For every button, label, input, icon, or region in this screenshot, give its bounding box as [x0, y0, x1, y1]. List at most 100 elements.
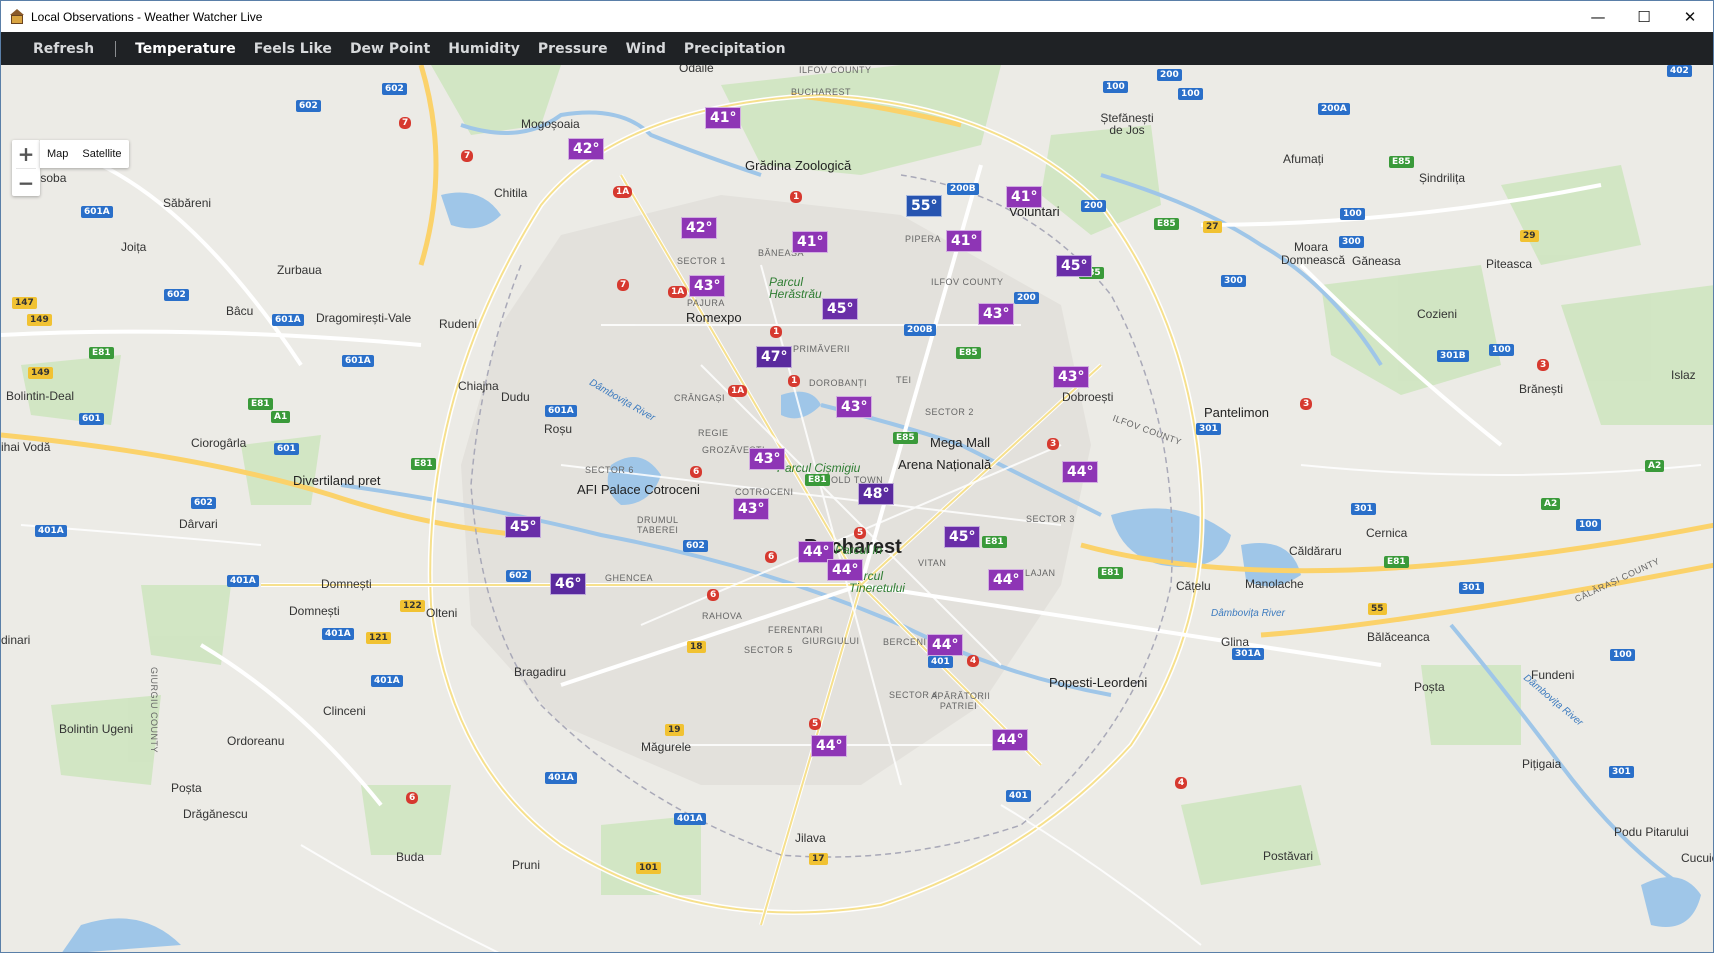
place-label: Pruni: [512, 858, 541, 872]
app-house-icon: [9, 8, 25, 25]
temp-marker[interactable]: 55°: [906, 195, 943, 217]
place-label: Mega Mall: [930, 435, 990, 450]
place-label: Piteasca: [1486, 257, 1533, 271]
map-view[interactable]: Bucharest Odăile Mogoșoaia Chitila Cosob…: [1, 65, 1713, 952]
temp-marker[interactable]: 43°: [1053, 366, 1090, 388]
maximize-button[interactable]: ☐: [1621, 1, 1667, 32]
park-label: Parcul Herăstrău: [769, 275, 822, 301]
road-shield: 602: [382, 83, 407, 95]
place-label: Cozieni: [1417, 307, 1458, 321]
road-shield: 301B: [1437, 350, 1469, 362]
zoom-out-button[interactable]: −: [12, 169, 40, 197]
road-shield: E81: [805, 474, 830, 486]
road-shield: 301: [1609, 766, 1634, 778]
place-label: Moara Domnească: [1281, 240, 1346, 267]
place-label: Olteni: [426, 606, 458, 620]
map-type-satellite-button[interactable]: Satellite: [75, 140, 128, 168]
temp-marker[interactable]: 41°: [792, 231, 829, 253]
tab-feels-like[interactable]: Feels Like: [245, 41, 341, 57]
temp-marker[interactable]: 47°: [756, 346, 793, 368]
road-shield: 401: [928, 656, 953, 668]
temp-marker[interactable]: 44°: [927, 634, 964, 656]
place-label: Brănești: [1519, 382, 1564, 396]
place-label: Arena Națională: [898, 457, 992, 472]
temp-marker[interactable]: 45°: [1056, 255, 1093, 277]
tab-pressure[interactable]: Pressure: [529, 41, 617, 57]
place-label: Domnești: [289, 604, 340, 618]
temp-marker[interactable]: 45°: [944, 526, 981, 548]
tab-wind[interactable]: Wind: [617, 41, 675, 57]
temp-marker[interactable]: 45°: [822, 298, 859, 320]
place-label: Zurbaua: [277, 263, 322, 277]
sector-label: SECTOR 5: [744, 645, 793, 655]
temp-marker[interactable]: 44°: [988, 569, 1025, 591]
sector-label: SECTOR 6: [585, 465, 634, 475]
road-shield: 121: [366, 632, 391, 644]
refresh-button[interactable]: Refresh: [24, 41, 103, 57]
road-shield: 6: [406, 792, 419, 804]
map-base-layer: [1, 65, 1713, 952]
district-label: RAHOVA: [702, 611, 743, 621]
temp-marker[interactable]: 46°: [550, 573, 587, 595]
road-shield: 200: [1081, 200, 1106, 212]
road-shield: E85: [956, 347, 981, 359]
road-shield: E85: [1389, 156, 1414, 168]
zoom-in-button[interactable]: +: [12, 140, 40, 168]
tab-temperature[interactable]: Temperature: [126, 41, 245, 57]
road-shield: 300: [1339, 236, 1364, 248]
road-shield: 1: [790, 191, 803, 203]
district-label: COTROCENI: [735, 487, 794, 497]
tab-dew-point[interactable]: Dew Point: [341, 41, 439, 57]
park-label: Parcul Cișmigiu: [777, 461, 861, 475]
tab-precipitation[interactable]: Precipitation: [675, 41, 795, 57]
temp-marker[interactable]: 43°: [749, 448, 786, 470]
road-shield: 402: [1667, 65, 1692, 77]
place-label: Roșu: [544, 422, 573, 436]
road-shield: 5: [854, 527, 867, 539]
road-shield: 301: [1459, 582, 1484, 594]
temp-marker[interactable]: 48°: [858, 483, 895, 505]
temp-marker[interactable]: 41°: [705, 107, 742, 129]
road-shield: 17: [809, 853, 828, 865]
temp-marker[interactable]: 44°: [992, 729, 1029, 751]
minimize-button[interactable]: —: [1575, 1, 1621, 32]
close-button[interactable]: ✕: [1667, 1, 1713, 32]
place-label: Poșta: [1414, 680, 1445, 694]
road-shield: 301: [1351, 503, 1376, 515]
temp-marker[interactable]: 41°: [1006, 186, 1043, 208]
temp-marker[interactable]: 44°: [1062, 461, 1099, 483]
temp-marker[interactable]: 44°: [827, 559, 864, 581]
road-shield: 3: [1537, 359, 1550, 371]
place-label: Chitila: [494, 186, 528, 200]
place-label: Dragomirești-Vale: [316, 311, 412, 325]
place-label: Bragadiru: [514, 665, 567, 679]
place-label: ihai Vodă: [1, 440, 51, 454]
place-label: Găneasa: [1352, 254, 1401, 268]
road-shield: 601A: [342, 355, 374, 367]
road-shield: 1A: [728, 385, 748, 397]
road-shield: A2: [1541, 498, 1561, 510]
tab-humidity[interactable]: Humidity: [439, 41, 529, 57]
road-shield: 401A: [674, 813, 706, 825]
place-label: Grădina Zoologică: [745, 158, 852, 173]
place-label: Măgurele: [641, 740, 692, 754]
map-type-map-button[interactable]: Map: [40, 140, 75, 168]
temp-marker[interactable]: 43°: [733, 498, 770, 520]
temp-marker[interactable]: 43°: [836, 396, 873, 418]
road-shield: 7: [461, 150, 474, 162]
temp-marker[interactable]: 43°: [689, 275, 726, 297]
road-shield: 602: [683, 540, 708, 552]
temp-marker[interactable]: 42°: [568, 138, 605, 160]
road-shield: 100: [1576, 519, 1601, 531]
temp-marker[interactable]: 42°: [681, 217, 718, 239]
place-label: Buda: [396, 850, 425, 864]
temp-marker[interactable]: 45°: [505, 516, 542, 538]
place-label: Ciorogârla: [191, 436, 247, 450]
temp-marker[interactable]: 41°: [946, 230, 983, 252]
road-shield: 601A: [545, 405, 577, 417]
temp-marker[interactable]: 44°: [811, 735, 848, 757]
temp-marker[interactable]: 43°: [978, 303, 1015, 325]
sector-label: SECTOR 2: [925, 407, 974, 417]
place-label: Domnești: [321, 577, 372, 591]
road-shield: 29: [1520, 230, 1539, 242]
